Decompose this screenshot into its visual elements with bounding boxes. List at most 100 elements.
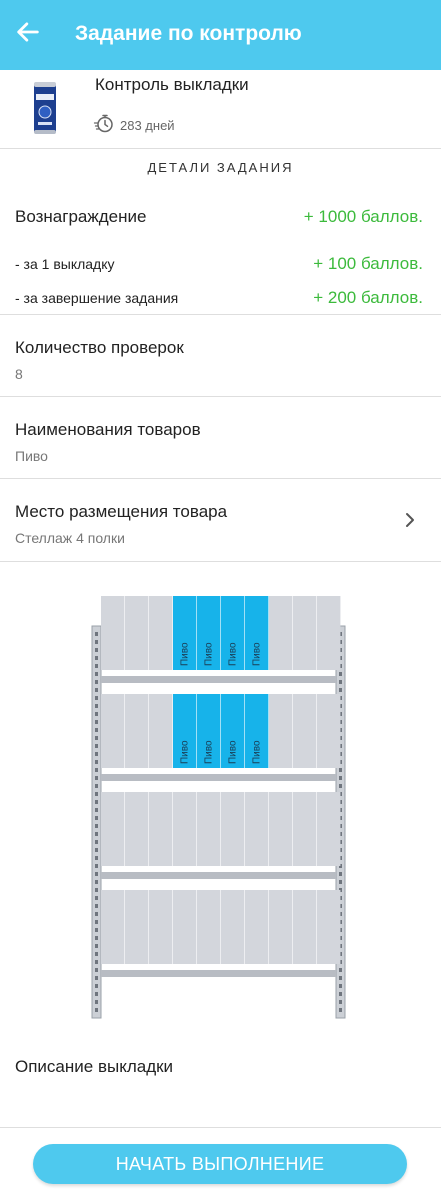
slot-label: Пиво (179, 642, 190, 666)
divider (0, 396, 441, 397)
upright-hole (95, 648, 98, 652)
product-slot-empty (149, 792, 173, 866)
page-title: Задание по контролю (75, 22, 302, 45)
upright-hole (95, 720, 98, 724)
product-slot-empty (293, 596, 317, 670)
completion-label: - за завершение задания (15, 290, 179, 306)
product-slot-empty (317, 596, 341, 670)
stopwatch-icon (93, 114, 113, 133)
upright-hole (339, 976, 342, 980)
upright-hole (95, 968, 98, 972)
upright-hole (95, 880, 98, 884)
task-summary: Контроль выкладки 283 дней (0, 70, 441, 149)
task-name: Контроль выкладки (95, 75, 249, 94)
description-label: Описание выкладки (15, 1057, 174, 1076)
product-slot-empty (293, 694, 317, 768)
upright-hole (95, 800, 98, 804)
product-slot-empty (245, 890, 269, 964)
upright-hole (95, 776, 98, 780)
product-slot-empty (149, 694, 173, 768)
slot-label: Пиво (203, 642, 214, 666)
slot-label: Пиво (179, 740, 190, 764)
upright-hole (339, 688, 342, 692)
reward-value: + 1000 баллов. (303, 207, 423, 226)
product-slot-empty (197, 792, 221, 866)
upright-hole (95, 672, 98, 676)
upright-hole (339, 968, 342, 972)
product-slot-empty (173, 890, 197, 964)
upright-hole (339, 1000, 342, 1004)
upright-hole (95, 752, 98, 756)
product-slot-empty (293, 792, 317, 866)
product-slot-empty (221, 792, 245, 866)
shelf-board (101, 872, 336, 879)
product-slot-empty (317, 890, 341, 964)
location-row[interactable]: Место размещения товара Стеллаж 4 полки (0, 479, 441, 561)
slot-label: Пиво (227, 740, 238, 764)
shelf-board (101, 774, 336, 781)
section-title: ДЕТАЛИ ЗАДАНИЯ (147, 160, 294, 175)
upright-hole (95, 736, 98, 740)
reward-label: Вознаграждение (15, 207, 147, 226)
completion-value: + 200 баллов. (313, 288, 423, 307)
per-display-value: + 100 баллов. (313, 254, 423, 273)
upright-hole (95, 848, 98, 852)
upright-hole (95, 888, 98, 892)
products-value: Пиво (15, 448, 48, 464)
upright-hole (95, 688, 98, 692)
upright-hole (95, 992, 98, 996)
upright-hole (339, 872, 342, 876)
slot-label: Пиво (251, 740, 262, 764)
product-image (34, 82, 56, 134)
shelf-board (101, 970, 336, 977)
upright-hole (95, 656, 98, 660)
upright-hole (339, 680, 342, 684)
location-label: Место размещения товара (15, 502, 228, 521)
upright-hole (95, 832, 98, 836)
product-slot-empty (269, 694, 293, 768)
upright-hole (95, 856, 98, 860)
product-slot-empty (269, 890, 293, 964)
product-slot-empty (317, 792, 341, 866)
shelf-board (101, 676, 336, 683)
upright-hole (95, 696, 98, 700)
upright-hole (95, 920, 98, 924)
arrow-left-icon[interactable] (14, 18, 42, 46)
upright-hole (95, 680, 98, 684)
start-button[interactable]: НАЧАТЬ ВЫПОЛНЕНИЕ (33, 1144, 407, 1184)
product-slot-empty (125, 792, 149, 866)
chevron-right-icon[interactable] (403, 512, 417, 528)
upright-hole (95, 840, 98, 844)
upright-hole (95, 632, 98, 636)
upright-hole (95, 936, 98, 940)
divider (0, 561, 441, 562)
location-value: Стеллаж 4 полки (15, 530, 125, 546)
upright-hole (339, 984, 342, 988)
upright-hole (95, 960, 98, 964)
upright-hole (95, 912, 98, 916)
product-slot-empty (101, 792, 125, 866)
upright-hole (95, 928, 98, 932)
shelving-unit: Пиво Пиво Пиво Пиво Пиво Пиво Пиво Пиво (91, 596, 346, 1019)
upright-hole (95, 744, 98, 748)
upright-left (91, 625, 102, 1019)
task-duration: 283 дней (120, 118, 175, 133)
upright-hole (95, 640, 98, 644)
product-slot-empty (245, 792, 269, 866)
upright-hole (339, 672, 342, 676)
upright-hole (95, 824, 98, 828)
product-slot-empty (125, 694, 149, 768)
per-display-label: - за 1 выкладку (15, 256, 115, 272)
product-slot-empty (221, 890, 245, 964)
product-slot-empty (149, 890, 173, 964)
checks-value: 8 (15, 366, 23, 382)
app-bar: Задание по контролю (0, 0, 441, 70)
upright-hole (95, 760, 98, 764)
upright-hole (95, 792, 98, 796)
product-slot-empty (125, 890, 149, 964)
upright-hole (95, 728, 98, 732)
product-slot-empty (149, 596, 173, 670)
products-label: Наименования товаров (15, 420, 201, 439)
product-slot-empty (197, 890, 221, 964)
upright-hole (95, 976, 98, 980)
